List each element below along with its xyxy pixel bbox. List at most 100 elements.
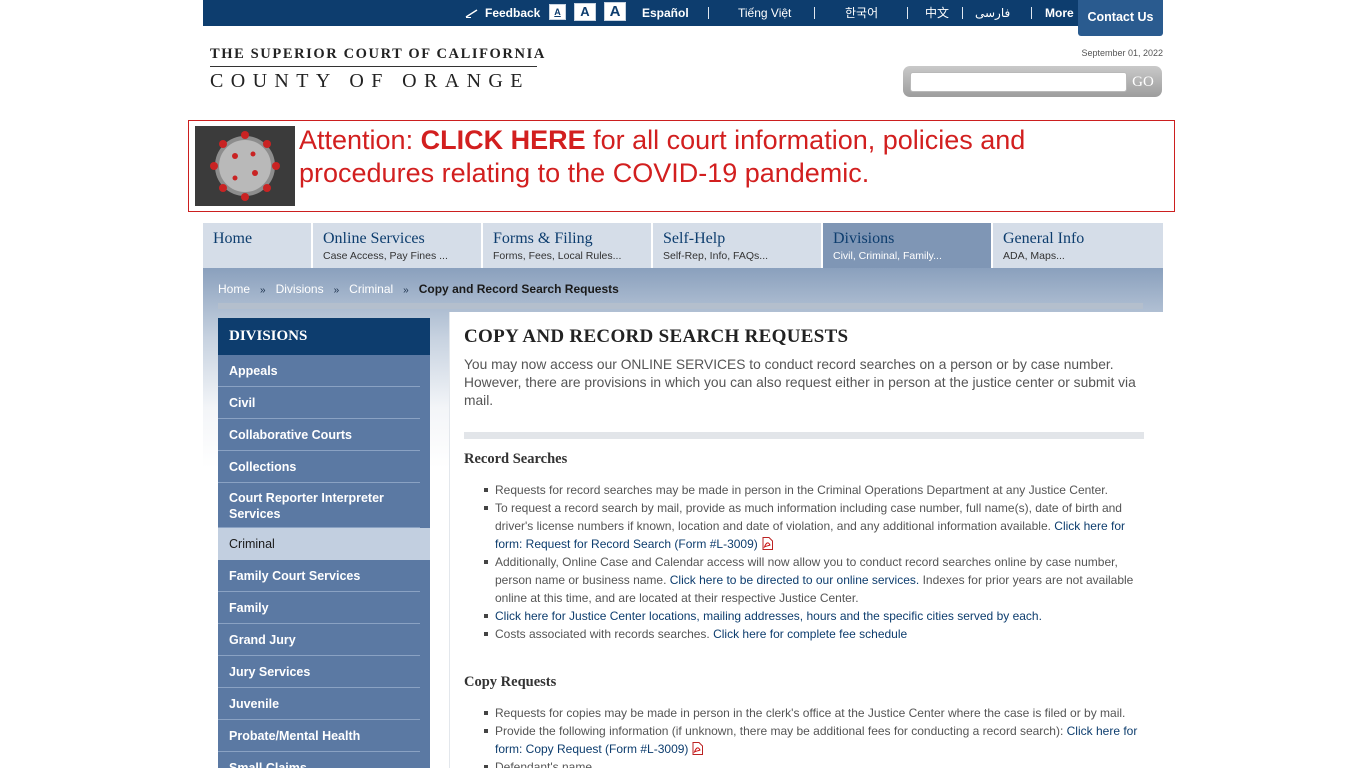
- covid-banner[interactable]: Attention: CLICK HERE for all court info…: [188, 120, 1175, 212]
- content-frame: Home » Divisions » Criminal » Copy and Record …: [203, 268, 1163, 768]
- tab-title: Self-Help: [663, 230, 726, 247]
- tab-subtitle: ADA, Maps...: [1003, 250, 1065, 262]
- list-item: Click here for Justice Center locations,…: [484, 607, 1140, 625]
- top-utility-bar: Feedback A A A Español Tiếng Việt 한국어 中文…: [203, 0, 1163, 26]
- sidebar-item-collaborative-courts[interactable]: Collaborative Courts: [218, 419, 420, 451]
- breadcrumb-separator: »: [260, 285, 266, 296]
- tab-self-help[interactable]: Self-Help Self-Rep, Info, FAQs...: [653, 223, 821, 268]
- language-spanish-link[interactable]: Español: [642, 0, 689, 26]
- sidebar-item-probate-mental-health[interactable]: Probate/Mental Health: [218, 720, 420, 752]
- tab-subtitle: Forms, Fees, Local Rules...: [493, 250, 622, 262]
- list-item: Defendant's name: [484, 758, 1140, 768]
- tab-subtitle: Case Access, Pay Fines ...: [323, 250, 448, 262]
- sidebar-item-civil[interactable]: Civil: [218, 387, 420, 419]
- sidebar-item-family-court-services[interactable]: Family Court Services: [218, 560, 420, 592]
- divider: [1031, 7, 1032, 19]
- tab-divisions[interactable]: Divisions Civil, Criminal, Family...: [823, 223, 991, 268]
- contact-us-button[interactable]: Contact Us: [1078, 0, 1163, 36]
- feedback-label: Feedback: [485, 6, 541, 20]
- list-item: Additionally, Online Case and Calendar a…: [484, 553, 1140, 607]
- list-item-text: Costs associated with records searches.: [495, 627, 714, 641]
- tab-subtitle: Self-Rep, Info, FAQs...: [663, 250, 769, 262]
- tab-home[interactable]: Home: [203, 223, 311, 268]
- pencil-icon: [465, 9, 478, 18]
- list-item: Provide the following information (if un…: [484, 722, 1140, 758]
- section-divider: [464, 432, 1144, 439]
- divider: [907, 7, 908, 19]
- logo-line-top: THE SUPERIOR COURT OF CALIFORNIA: [210, 46, 546, 62]
- tab-subtitle: Civil, Criminal, Family...: [833, 250, 942, 262]
- list-item: To request a record search by mail, prov…: [484, 499, 1140, 553]
- tab-title: Divisions: [833, 230, 895, 247]
- justice-center-locations-link[interactable]: Click here for Justice Center locations,…: [495, 609, 1042, 623]
- list-item-text: Requests for record searches may be made…: [495, 483, 1108, 497]
- sidebar-heading: DIVISIONS: [218, 318, 430, 355]
- main-content: COPY AND RECORD SEARCH REQUESTS You may …: [449, 312, 1163, 768]
- current-date: September 01, 2022: [1081, 48, 1163, 58]
- feedback-link[interactable]: Feedback: [465, 0, 540, 26]
- sidebar-item-small-claims[interactable]: Small Claims: [218, 752, 420, 768]
- tab-title: Home: [213, 230, 253, 247]
- breadcrumb: Home » Divisions » Criminal » Copy and Record …: [218, 282, 619, 296]
- fee-schedule-link[interactable]: Click here for complete fee schedule: [713, 627, 907, 641]
- sidebar-item-grand-jury[interactable]: Grand Jury: [218, 624, 420, 656]
- breadcrumb-home[interactable]: Home: [218, 282, 250, 296]
- banner-prefix: Attention:: [299, 125, 421, 155]
- logo-rule: [210, 66, 537, 67]
- sidebar-item-jury-services[interactable]: Jury Services: [218, 656, 420, 688]
- breadcrumb-divisions[interactable]: Divisions: [276, 282, 324, 296]
- language-korean-link[interactable]: 한국어: [845, 0, 878, 26]
- font-size-large-button[interactable]: A: [604, 2, 626, 21]
- list-item-text: Requests for copies may be made in perso…: [495, 706, 1126, 720]
- pdf-icon: [692, 742, 704, 755]
- tab-title: Online Services: [323, 230, 425, 247]
- divider: [962, 7, 963, 19]
- breadcrumb-separator: »: [333, 285, 340, 296]
- tab-general-info[interactable]: General Info ADA, Maps...: [993, 223, 1163, 268]
- logo-line-bottom: COUNTY OF ORANGE: [210, 70, 530, 92]
- list-item-text: To request a record search by mail, prov…: [495, 501, 1122, 533]
- search-input[interactable]: [910, 72, 1127, 92]
- list-item: Costs associated with records searches. …: [484, 625, 1140, 643]
- sidebar-item-criminal[interactable]: Criminal: [218, 528, 430, 560]
- list-item-text: Provide the following information (if un…: [495, 724, 1067, 738]
- tab-title: Forms & Filing: [493, 230, 593, 247]
- sidebar-item-collections[interactable]: Collections: [218, 451, 420, 483]
- coronavirus-image: [195, 126, 295, 206]
- main-navigation: Home Online Services Case Access, Pay Fi…: [203, 223, 1163, 268]
- breadcrumb-divider: [218, 303, 1143, 309]
- breadcrumb-separator: »: [403, 285, 409, 296]
- record-searches-list: Requests for record searches may be made…: [484, 481, 1140, 643]
- search-go-button[interactable]: GO: [1129, 71, 1157, 93]
- sidebar-item-appeals[interactable]: Appeals: [218, 355, 420, 387]
- breadcrumb-current: Copy and Record Search Requests: [418, 282, 619, 296]
- language-farsi-link[interactable]: فارسی: [975, 0, 1010, 26]
- court-logo[interactable]: THE SUPERIOR COURT OF CALIFORNIA COUNTY …: [210, 46, 546, 92]
- language-vietnamese-link[interactable]: Tiếng Việt: [738, 0, 791, 26]
- language-chinese-link[interactable]: 中文: [925, 0, 949, 26]
- divider: [708, 7, 709, 19]
- breadcrumb-criminal[interactable]: Criminal: [349, 282, 393, 296]
- more-languages-link[interactable]: More: [1045, 0, 1074, 26]
- divider: [814, 7, 815, 19]
- sidebar-item-family[interactable]: Family: [218, 592, 420, 624]
- banner-click-here[interactable]: CLICK HERE: [421, 125, 586, 155]
- copy-requests-heading: Copy Requests: [464, 674, 557, 690]
- font-size-small-button[interactable]: A: [549, 4, 566, 20]
- page-title: COPY AND RECORD SEARCH REQUESTS: [464, 326, 849, 347]
- divisions-sidebar: DIVISIONS Appeals Civil Collaborative Co…: [218, 318, 430, 768]
- intro-paragraph: You may now access our ONLINE SERVICES t…: [464, 357, 1136, 408]
- sidebar-item-juvenile[interactable]: Juvenile: [218, 688, 420, 720]
- search-box: GO: [903, 66, 1162, 97]
- sidebar-item-court-reporter-interpreter[interactable]: Court Reporter Interpreter Services: [218, 483, 420, 528]
- online-services-link[interactable]: Click here to be directed to our online …: [670, 573, 919, 587]
- list-item: Requests for copies may be made in perso…: [484, 704, 1140, 722]
- tab-forms-filing[interactable]: Forms & Filing Forms, Fees, Local Rules.…: [483, 223, 651, 268]
- tab-title: General Info: [1003, 230, 1085, 247]
- font-size-medium-button[interactable]: A: [574, 3, 596, 21]
- list-item-text: Defendant's name: [495, 760, 593, 768]
- record-searches-heading: Record Searches: [464, 451, 568, 467]
- list-item: Requests for record searches may be made…: [484, 481, 1140, 499]
- tab-online-services[interactable]: Online Services Case Access, Pay Fines .…: [313, 223, 481, 268]
- copy-requests-list: Requests for copies may be made in perso…: [484, 704, 1140, 768]
